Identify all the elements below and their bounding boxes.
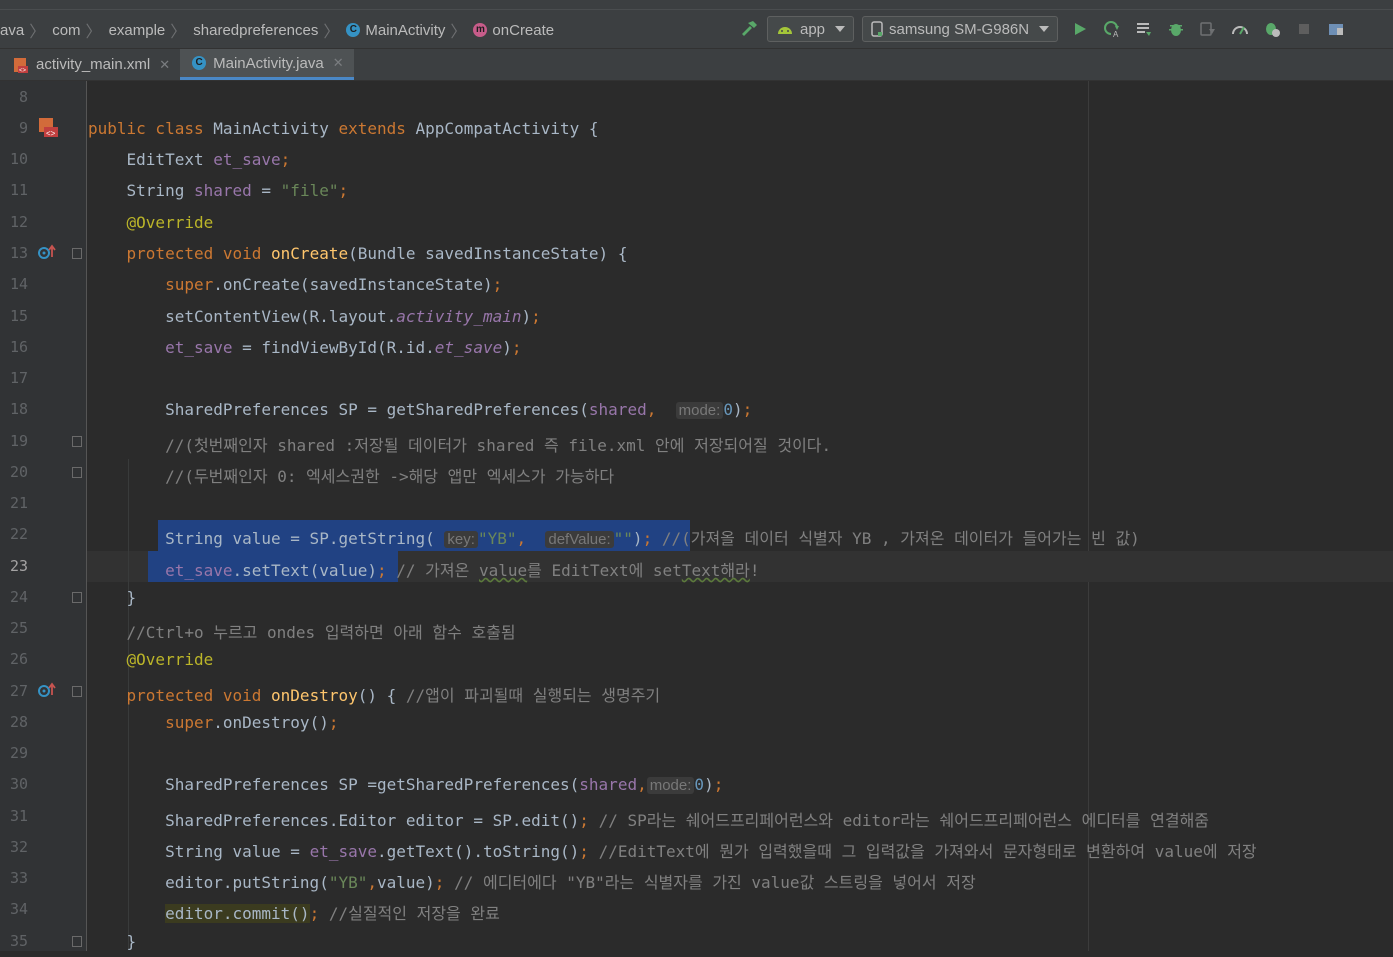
debug-icon[interactable] [1162, 15, 1190, 43]
breadcrumb-item-class[interactable]: C MainActivity 〉 [346, 18, 473, 42]
line-number: 29 [9, 744, 28, 762]
code-line: editor.putString("YB",value); // 에디터에다 "… [88, 873, 976, 892]
code-line: et_save.setText(value); // 가져온 value를 Ed… [165, 561, 760, 580]
breadcrumb-item[interactable]: sharedpreferences 〉 [193, 18, 346, 42]
close-icon[interactable]: ✕ [333, 55, 344, 71]
code-comment: //Ctrl+o 누르고 ondes 입력하면 아래 함수 호출됨 [126, 623, 516, 642]
code-line: String value = SP.getString( key: "YB", d… [88, 529, 1140, 548]
breadcrumb-label: com [52, 21, 81, 39]
svg-text:A: A [1113, 30, 1119, 38]
chevron-down-icon [835, 26, 846, 32]
code-line: public class MainActivity extends AppCom… [88, 119, 599, 138]
build-hammer-icon[interactable] [735, 15, 763, 43]
tab-label: activity_main.xml [36, 56, 151, 73]
code-comment: // SP라는 쉐어드프리페어런스와 editor라는 쉐어드프리페어런스 에디… [598, 811, 1210, 830]
code-comment: //(두번째인자 0: 엑세스권한 ->해당 앱만 엑세스가 가능하다 [165, 467, 615, 486]
code-editor[interactable]: 8 9 10 11 12 13 14 15 16 17 18 19 20 21 … [0, 81, 1393, 951]
parameter-hint: key: [444, 531, 478, 548]
breadcrumb-label: sharedpreferences [193, 21, 319, 39]
code-line: @Override [126, 650, 214, 669]
project-structure-icon[interactable] [1322, 15, 1350, 43]
tab-mainactivity-java[interactable]: C MainActivity.java ✕ [180, 49, 354, 80]
code-line: SharedPreferences SP = getSharedPreferen… [88, 400, 753, 419]
chevron-right-icon: 〉 [85, 24, 102, 41]
debug-settings-icon[interactable] [1258, 15, 1286, 43]
chevron-right-icon: 〉 [29, 24, 46, 41]
line-number: 17 [9, 369, 28, 387]
tab-activity-main-xml[interactable]: <> activity_main.xml ✕ [0, 49, 180, 80]
code-line: protected void onCreate(Bundle savedInst… [126, 244, 628, 263]
chevron-right-icon: 〉 [450, 24, 467, 41]
apply-changes-icon[interactable]: A [1098, 15, 1126, 43]
breadcrumb-label: ava [0, 21, 25, 39]
class-icon: C [192, 56, 207, 70]
breadcrumb-item[interactable]: com 〉 [52, 18, 108, 42]
line-number: 21 [9, 494, 28, 512]
apply-code-changes-icon[interactable] [1130, 15, 1158, 43]
breadcrumb-label: MainActivity [365, 21, 446, 39]
title-strip [0, 0, 1393, 10]
breadcrumb-item[interactable]: ava 〉 [0, 18, 52, 42]
close-icon[interactable]: ✕ [159, 57, 170, 73]
code-line: String shared = "file"; [88, 181, 349, 200]
code-line: //Ctrl+o 누르고 ondes 입력하면 아래 함수 호출됨 [0, 613, 1393, 644]
parameter-hint: mode: [675, 402, 724, 419]
code-line: //(두번째인자 0: 엑세스권한 ->해당 앱만 엑세스가 가능하다 [0, 457, 1393, 488]
chevron-right-icon: 〉 [323, 24, 340, 41]
device-select[interactable]: samsung SM-G986N [862, 16, 1059, 42]
code-line: protected void onDestroy() { //앱이 파괴될때 실… [126, 686, 661, 705]
code-line: super.onDestroy(); [165, 713, 339, 732]
code-line: //(첫번째인자 shared :저장될 데이터가 shared 즉 file.… [0, 426, 1393, 457]
code-comment: //(첫번째인자 shared :저장될 데이터가 shared 즉 file.… [165, 436, 832, 455]
code-comment: //(가져올 데이터 식별자 YB , 가져온 데이터가 들어가는 빈 값) [661, 529, 1140, 548]
breadcrumb-item-method[interactable]: m onCreate [473, 22, 554, 39]
chevron-right-icon: 〉 [170, 24, 187, 41]
xml-file-icon: <> [14, 57, 28, 74]
chevron-down-icon [1039, 26, 1050, 32]
code-line: EditText et_save; [88, 150, 291, 169]
code-line: String value = et_save.getText().toStrin… [88, 842, 1257, 861]
profiler-icon[interactable] [1226, 15, 1254, 43]
code-line: et_save = findViewById(R.id.et_save); [165, 338, 522, 357]
parameter-hint: defValue: [545, 531, 614, 548]
breadcrumb-item[interactable]: example 〉 [109, 18, 194, 42]
run-config-label: app [800, 20, 826, 38]
code-comment: //EditText에 뭔가 입력했을때 그 입력값을 가져와서 문자형태로 변… [598, 842, 1257, 861]
toolbar: app samsung SM-G986N A [735, 15, 1354, 43]
android-icon [778, 27, 792, 34]
breadcrumb: ava 〉 com 〉 example 〉 sharedpreferences 〉 CM… [0, 18, 554, 42]
code-line: SharedPreferences SP =getSharedPreferenc… [88, 775, 724, 794]
navigation-bar: ava 〉 com 〉 example 〉 sharedpreferences 〉 CM… [0, 0, 1393, 49]
method-icon: m [473, 23, 488, 37]
tab-label: MainActivity.java [213, 54, 324, 72]
code-line: editor.commit(); //실질적인 저장을 완료 [165, 904, 500, 923]
svg-text:<>: <> [19, 68, 27, 74]
code-line: setContentView(R.layout.activity_main); [88, 307, 541, 326]
phone-icon [871, 21, 883, 37]
class-icon: C [346, 23, 361, 37]
code-line: @Override [126, 213, 214, 232]
code-comment: // 에디터에다 "YB"라는 식별자를 가진 value값 스트링을 넣어서 … [454, 873, 976, 892]
code-line: SharedPreferences.Editor editor = SP.edi… [88, 811, 1210, 830]
code-line: } [88, 932, 137, 951]
line-number: 8 [18, 88, 28, 106]
parameter-hint: mode: [646, 777, 695, 794]
device-label: samsung SM-G986N [889, 20, 1030, 38]
editor-tabs: <> activity_main.xml ✕ C MainActivity.ja… [0, 49, 1393, 81]
run-config-select[interactable]: app [767, 16, 855, 42]
run-icon[interactable] [1066, 15, 1094, 43]
code-line: } [88, 588, 137, 607]
breadcrumb-label: onCreate [492, 21, 555, 39]
attach-debugger-icon[interactable] [1194, 15, 1222, 43]
code-line: super.onCreate(savedInstanceState); [165, 275, 503, 294]
code-comment: //실질적인 저장을 완료 [328, 904, 500, 923]
breadcrumb-label: example [108, 21, 166, 39]
stop-icon[interactable] [1290, 15, 1318, 43]
code-comment: //앱이 파괴될때 실행되는 생명주기 [405, 686, 661, 705]
